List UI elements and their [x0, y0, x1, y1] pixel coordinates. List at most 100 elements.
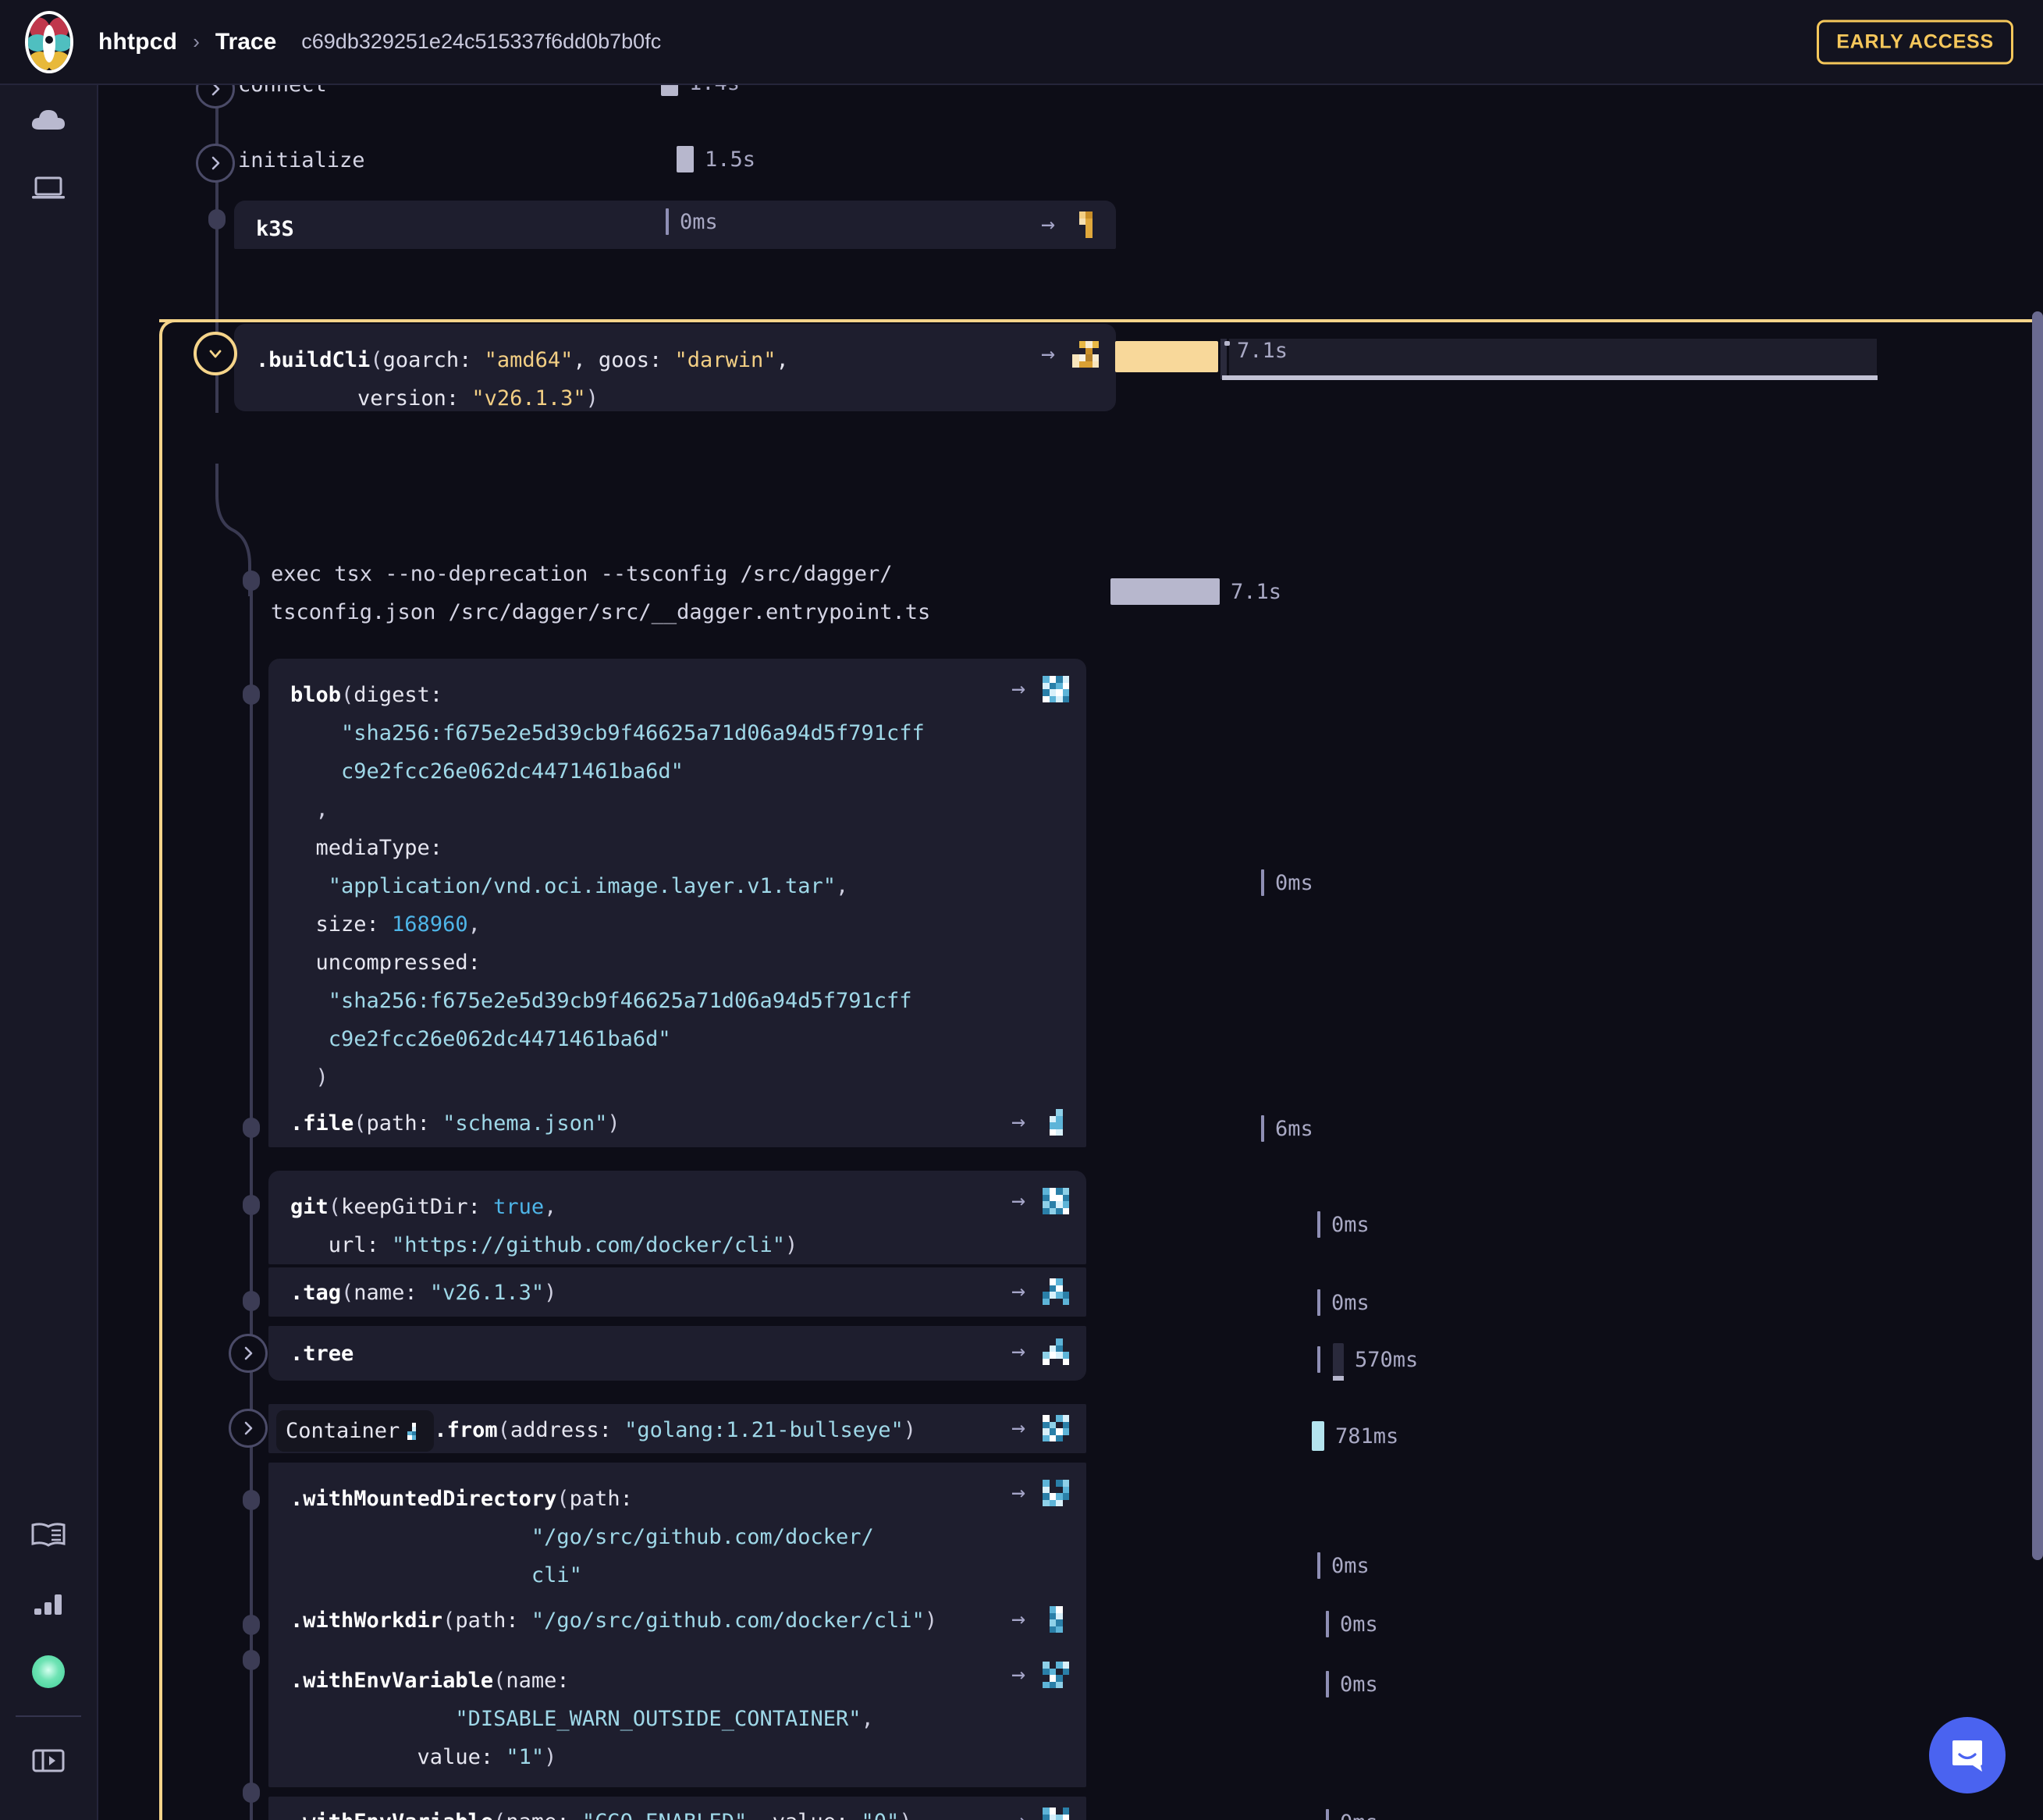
breadcrumb-section[interactable]: Trace: [215, 29, 276, 55]
timing-exec-tsx: 7.1s: [1110, 578, 1281, 605]
duration-label: 0ms: [1331, 1291, 1370, 1315]
expand-toggle-buildcli[interactable]: [194, 332, 237, 375]
timing-container-from: 781ms: [1312, 1421, 1398, 1451]
sidebar-item-toggle-panel[interactable]: [0, 1726, 98, 1795]
duration-tick: [1261, 869, 1264, 896]
open-detail-arrow-icon[interactable]: →: [1011, 677, 1025, 701]
identicon-tree-icon: [1043, 1338, 1069, 1365]
timing-file: 6ms: [1261, 1115, 1313, 1142]
duration-label: 1.5s: [705, 148, 755, 172]
trace-label-connect[interactable]: connect: [238, 85, 327, 104]
trace-label-container-from: Container.from(address: "golang:1.21-bul…: [276, 1410, 916, 1452]
identicon-tag-icon: [1043, 1278, 1069, 1305]
trace-row-buildcli[interactable]: .buildCli(goarch: "amd64", goos: "darwin…: [234, 324, 1116, 411]
duration-bar: [1110, 578, 1220, 605]
vertical-scrollbar[interactable]: [2032, 311, 2043, 1560]
sidebar-divider: [16, 1715, 81, 1717]
expand-toggle-connect[interactable]: [196, 85, 235, 108]
trace-row-blob[interactable]: blob(digest: "sha256:f675e2e5d39cb9f4662…: [268, 659, 1086, 1101]
trace-viewport[interactable]: connect 1.4s initialize 1.5s k3S → 0ms: [98, 85, 2043, 1820]
tree-node-dot-workdir: [243, 1615, 260, 1635]
chevron-right-icon: [206, 85, 225, 98]
timing-with-env-variable-1: 0ms: [1326, 1671, 1378, 1697]
duration-label: 0ms: [1340, 1672, 1378, 1697]
breadcrumb-org[interactable]: hhtpcd: [98, 29, 177, 55]
identicon-env1-icon: [1043, 1662, 1069, 1688]
open-detail-arrow-icon[interactable]: →: [1011, 1340, 1025, 1363]
duration-label: 0ms: [1340, 1612, 1378, 1637]
timing-tree: 570ms: [1317, 1343, 1418, 1376]
avatar: [32, 1655, 65, 1688]
trace-label-git: git(keepGitDir: true, url: "https://gith…: [290, 1188, 798, 1264]
sidebar-item-cloud[interactable]: [0, 85, 98, 154]
trace-label-tag: .tag(name: "v26.1.3"): [290, 1274, 556, 1312]
early-access-badge[interactable]: EARLY ACCESS: [1817, 20, 2013, 64]
duration-label: 0ms: [1331, 1213, 1370, 1237]
dagger-logo-icon: [25, 11, 73, 73]
trace-row-file[interactable]: .file(path: "schema.json") →: [268, 1098, 1086, 1147]
chip-container[interactable]: Container: [276, 1410, 434, 1452]
trace-label-initialize[interactable]: initialize: [238, 141, 365, 180]
open-detail-arrow-icon[interactable]: →: [1011, 1481, 1025, 1505]
trace-row-tree[interactable]: .tree →: [268, 1326, 1086, 1381]
identicon-env2-icon: [1043, 1808, 1069, 1820]
duration-tick: [1317, 1211, 1320, 1238]
tree-node-dot-mount: [243, 1490, 260, 1510]
duration-tick: [666, 208, 669, 235]
chevron-down-icon: [206, 344, 225, 363]
tree-node-dot-env2: [243, 1783, 260, 1803]
duration-label: 0ms: [1331, 1554, 1370, 1578]
sidebar-item-account[interactable]: [0, 1637, 98, 1706]
trace-label-with-env-variable-2: .withEnvVariable(name: "CGO_ENABLED", va…: [290, 1803, 912, 1820]
timeline-track-buildcli: [1229, 339, 1877, 376]
laptop-icon: [31, 175, 66, 201]
expand-toggle-container-from[interactable]: [229, 1409, 268, 1448]
panel-toggle-icon: [31, 1747, 66, 1774]
sidebar-item-docs[interactable]: [0, 1500, 98, 1569]
identicon-buildcli-icon: [1072, 341, 1099, 368]
trace-row-with-workdir[interactable]: .withWorkdir(path: "/go/src/github.com/d…: [268, 1595, 1086, 1644]
trace-label-exec-tsx[interactable]: exec tsx --no-deprecation --tsconfig /sr…: [271, 555, 930, 631]
tree-node-dot-env1: [243, 1650, 260, 1670]
duration-label: 1.4s: [689, 85, 740, 95]
trace-row-with-env-variable-2[interactable]: .withEnvVariable(name: "CGO_ENABLED", va…: [268, 1797, 1086, 1820]
open-detail-arrow-icon[interactable]: →: [1011, 1417, 1025, 1440]
open-detail-arrow-icon[interactable]: →: [1011, 1608, 1025, 1631]
timing-with-env-variable-2: 0ms: [1326, 1809, 1378, 1820]
identicon-blob-icon: [1043, 676, 1069, 702]
timing-connect: 1.4s: [661, 85, 740, 96]
trace-row-git[interactable]: git(keepGitDir: true, url: "https://gith…: [268, 1171, 1086, 1264]
duration-bar: [1333, 1343, 1344, 1376]
app-logo-link[interactable]: [0, 11, 98, 73]
chat-bubble-icon: [1948, 1736, 1987, 1775]
duration-tick: [1326, 1671, 1329, 1697]
chat-launcher-button[interactable]: [1929, 1717, 2006, 1793]
duration-tick: [1317, 1289, 1320, 1316]
open-detail-arrow-icon[interactable]: →: [1041, 343, 1055, 366]
chevron-right-icon: [239, 1344, 258, 1363]
chevron-right-icon: [239, 1419, 258, 1438]
timing-tag: 0ms: [1317, 1289, 1370, 1316]
trace-row-tag[interactable]: .tag(name: "v26.1.3") →: [268, 1267, 1086, 1317]
open-detail-arrow-icon[interactable]: →: [1011, 1189, 1025, 1213]
sidebar-item-local[interactable]: [0, 154, 98, 222]
sidebar-item-usage[interactable]: [0, 1569, 98, 1637]
duration-label: 0ms: [1275, 871, 1313, 895]
duration-bar: [677, 146, 694, 172]
timing-with-mounted-directory: 0ms: [1317, 1552, 1370, 1579]
open-detail-arrow-icon[interactable]: →: [1011, 1663, 1025, 1687]
open-detail-arrow-icon[interactable]: →: [1011, 1111, 1025, 1134]
trace-label-k3s: k3S: [256, 210, 294, 248]
duration-tick: [1326, 1809, 1329, 1820]
trace-row-with-env-variable-1[interactable]: .withEnvVariable(name: "DISABLE_WARN_OUT…: [268, 1644, 1086, 1787]
open-detail-arrow-icon[interactable]: →: [1041, 213, 1055, 236]
trace-row-container-from[interactable]: Container.from(address: "golang:1.21-bul…: [268, 1404, 1086, 1453]
chart-icon: [32, 1591, 65, 1616]
duration-label: 6ms: [1275, 1117, 1313, 1141]
identicon-k3s-icon: [1072, 212, 1099, 238]
open-detail-arrow-icon[interactable]: →: [1011, 1809, 1025, 1820]
open-detail-arrow-icon[interactable]: →: [1011, 1280, 1025, 1303]
book-icon: [30, 1521, 67, 1548]
expand-toggle-tree[interactable]: [229, 1334, 268, 1373]
expand-toggle-initialize[interactable]: [196, 144, 235, 183]
